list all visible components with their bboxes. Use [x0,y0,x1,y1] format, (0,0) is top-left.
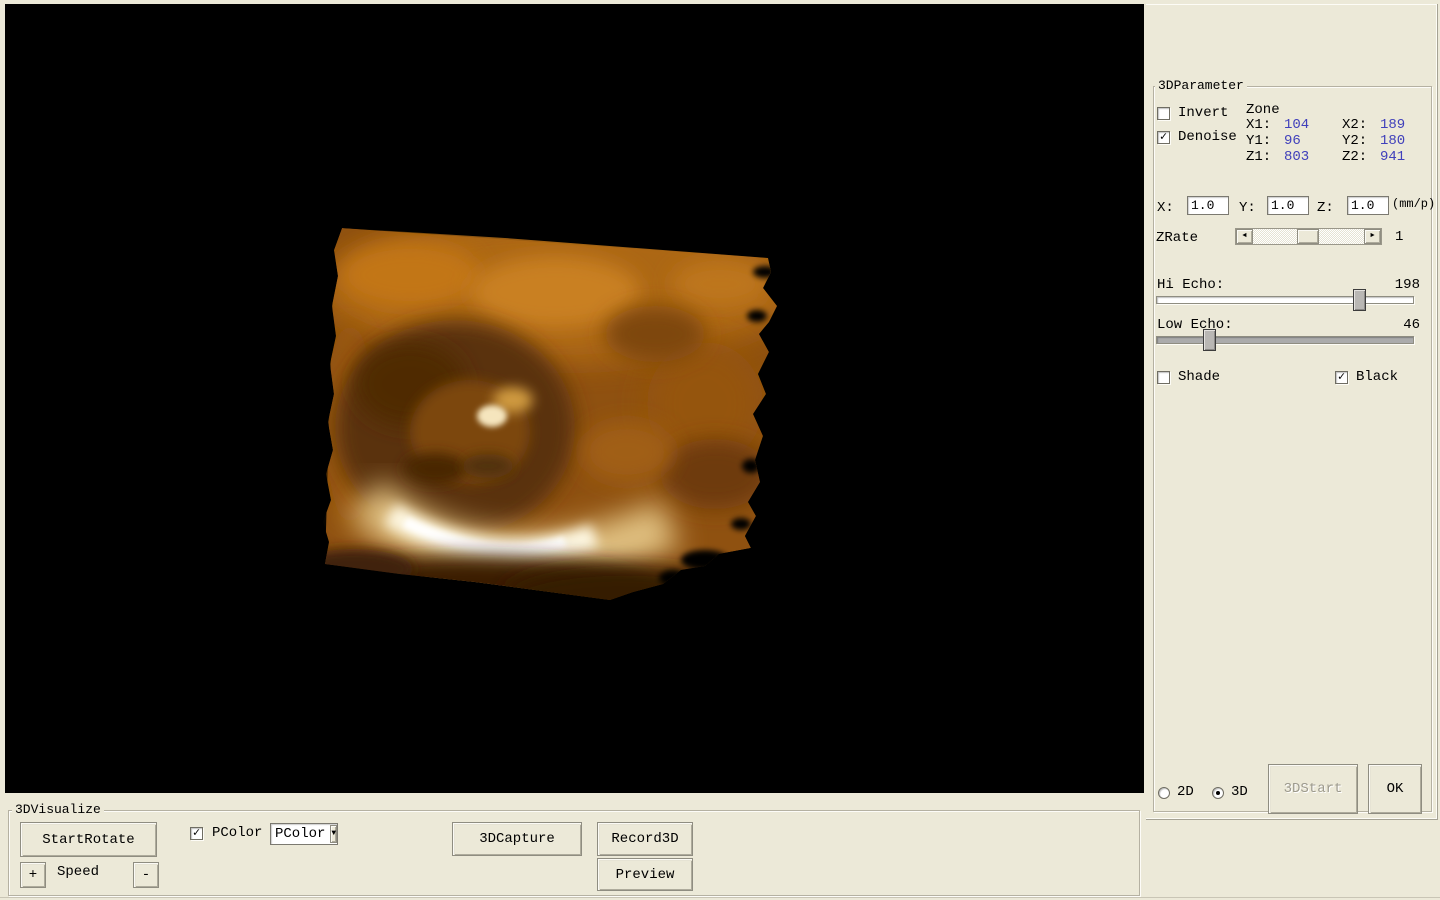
zone-x2-value: 189 [1380,117,1406,133]
y-scale-label: Y: [1239,200,1256,216]
zone-z1-label: Z1: [1246,149,1272,165]
zone-z1-value: 803 [1284,149,1310,165]
pcolor-checkbox[interactable]: ✓ [190,827,203,840]
parameter-groupbox [1153,86,1432,812]
ultrasound-render [323,228,777,600]
preview-button[interactable]: Preview [597,858,693,891]
zone-x1-value: 104 [1284,117,1310,133]
low-echo-slider[interactable] [1156,329,1414,351]
zrate-scroll-left-button[interactable]: ◄ [1236,229,1253,244]
pcolor-checkbox-label: PColor [212,825,263,841]
pcolor-combobox[interactable]: PColor ▼ [270,823,338,845]
y-scale-input[interactable] [1267,196,1309,215]
low-echo-slider-thumb[interactable] [1203,329,1216,351]
denoise-checkbox[interactable]: ✓ [1157,131,1170,144]
zrate-scrollbar-thumb[interactable] [1297,229,1319,244]
render-viewport[interactable] [5,4,1144,793]
hi-echo-value: 198 [1394,277,1420,293]
speed-label: Speed [57,864,100,880]
app-window: { "colors": { "window_bg": "#ece9d8", "v… [0,0,1440,900]
invert-checkbox[interactable] [1157,107,1170,120]
shade-label: Shade [1178,369,1221,385]
x-scale-input[interactable] [1187,196,1229,215]
parameter-panel: 3DParameter Invert ✓ Denoise Zone X1: 10… [1146,4,1438,820]
z-scale-input[interactable] [1347,196,1389,215]
chevron-down-icon: ▼ [331,829,337,838]
mode-3d-label: 3D [1231,784,1248,800]
invert-label: Invert [1178,105,1229,121]
hi-echo-label: Hi Echo: [1157,277,1225,293]
zone-z2-label: Z2: [1342,149,1368,165]
check-icon: ✓ [192,826,201,840]
mode-2d-radio[interactable] [1158,787,1170,799]
pcolor-combobox-dropdown-button[interactable]: ▼ [330,825,338,843]
3dcapture-button[interactable]: 3DCapture [452,822,582,856]
zrate-scroll-right-button[interactable]: ► [1364,229,1381,244]
x-scale-label: X: [1157,200,1174,216]
low-echo-label: Low Echo: [1157,317,1233,333]
mode-2d-label: 2D [1177,784,1194,800]
hi-echo-slider[interactable] [1156,289,1414,311]
zone-y1-value: 96 [1284,133,1301,149]
mode-3d-radio[interactable] [1212,787,1224,799]
zone-title: Zone [1246,102,1280,118]
zone-x1-label: X1: [1246,117,1272,133]
zone-y2-value: 180 [1380,133,1406,149]
zrate-label: ZRate [1156,230,1199,246]
shade-checkbox[interactable] [1157,371,1170,384]
scale-unit-label: (mm/p) [1392,197,1436,211]
speed-minus-button[interactable]: - [133,862,159,888]
3dstart-button[interactable]: 3DStart [1268,764,1358,814]
check-icon: ✓ [1159,130,1168,144]
ok-button[interactable]: OK [1368,764,1422,814]
check-icon: ✓ [1337,370,1346,384]
arrow-right-icon: ► [1370,232,1375,240]
arrow-left-icon: ◄ [1242,232,1247,240]
zrate-scrollbar[interactable]: ◄ ► [1235,228,1382,245]
speed-plus-button[interactable]: + [20,862,46,888]
zone-x2-label: X2: [1342,117,1368,133]
z-scale-label: Z: [1317,200,1334,216]
zrate-value: 1 [1395,229,1404,245]
visualize-group-title: 3DVisualize [12,803,104,817]
parameter-group-title: 3DParameter [1155,79,1247,93]
black-checkbox[interactable]: ✓ [1335,371,1348,384]
zone-y2-label: Y2: [1342,133,1368,149]
hi-echo-slider-thumb[interactable] [1353,289,1366,311]
record3d-button[interactable]: Record3D [597,822,693,856]
black-label: Black [1356,369,1399,385]
denoise-label: Denoise [1178,129,1237,145]
start-rotate-button[interactable]: StartRotate [20,822,157,857]
zone-y1-label: Y1: [1246,133,1272,149]
pcolor-combobox-value: PColor [275,826,326,842]
low-echo-value: 46 [1403,317,1420,333]
zone-z2-value: 941 [1380,149,1406,165]
